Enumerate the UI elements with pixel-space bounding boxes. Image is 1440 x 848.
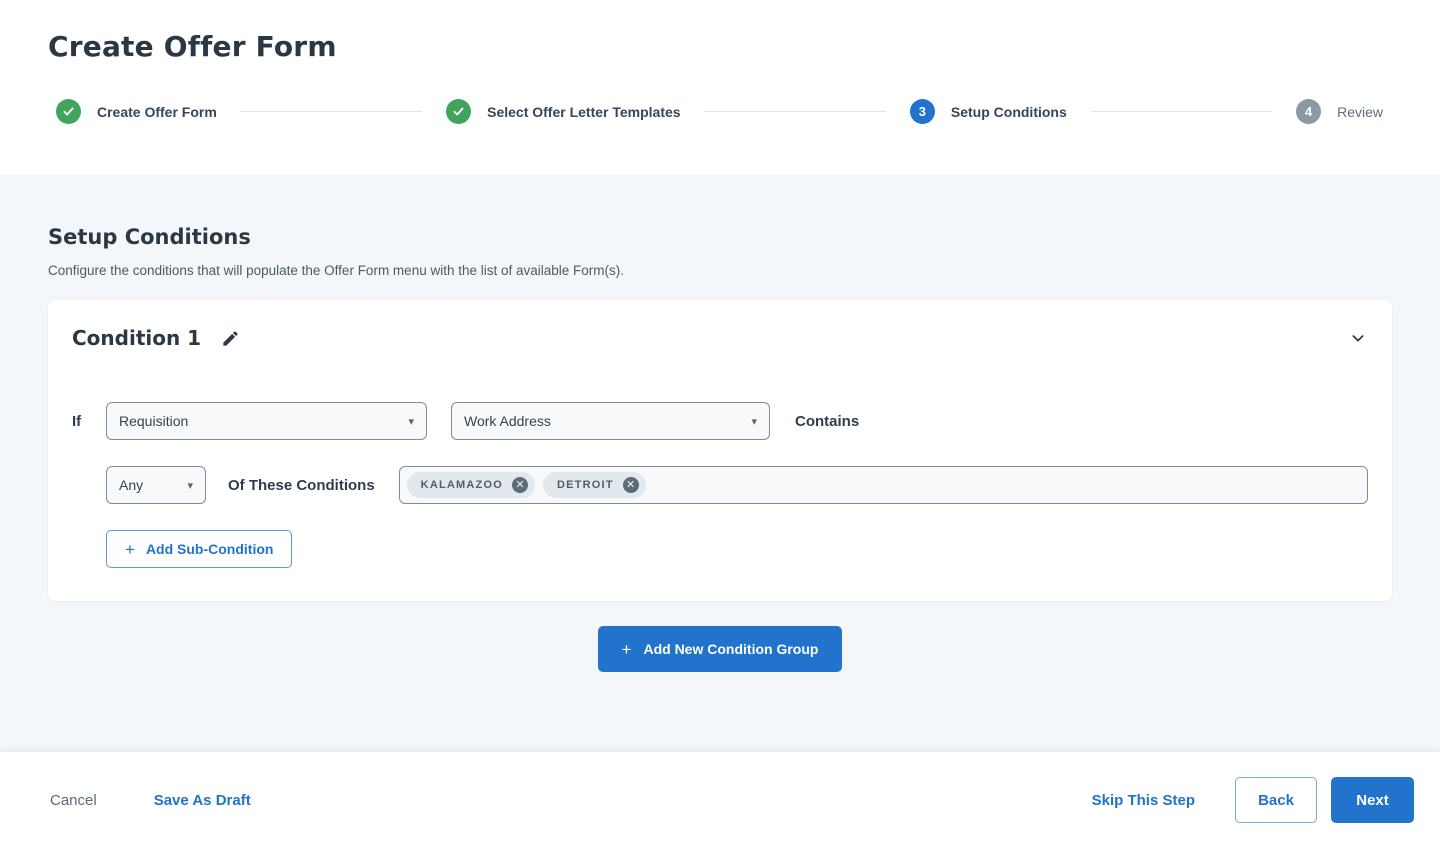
pencil-icon [221,329,240,348]
step-label: Review [1337,104,1383,120]
step-connector [705,111,886,112]
step-select-offer-letter-templates[interactable]: Select Offer Letter Templates [446,99,680,124]
collapse-condition-button[interactable] [1348,328,1368,348]
step-review: 4 Review [1296,99,1383,124]
page-header: Create Offer Form Create Offer Form Sele… [0,0,1440,175]
remove-tag-icon[interactable]: ✕ [623,477,639,493]
tag-label: DETROIT [557,479,614,491]
step-create-offer-form[interactable]: Create Offer Form [56,99,217,124]
edit-condition-button[interactable] [219,327,242,350]
next-button[interactable]: Next [1331,777,1414,823]
condition-values-input[interactable]: KALAMAZOO ✕ DETROIT ✕ [399,466,1368,504]
operator-label: Contains [795,413,859,430]
condition-values-row: Any ▾ Of These Conditions KALAMAZOO ✕ DE… [72,466,1368,504]
value-tag: KALAMAZOO ✕ [407,472,535,498]
skip-this-step-button[interactable]: Skip This Step [1092,792,1195,809]
match-type-dropdown[interactable]: Any ▾ [106,466,206,504]
wizard-footer: Cancel Save As Draft Skip This Step Back… [0,752,1440,848]
step-label: Select Offer Letter Templates [487,104,680,120]
condition-field-dropdown[interactable]: Requisition ▾ [106,402,427,440]
caret-down-icon: ▾ [187,479,193,492]
step-connector [1091,111,1272,112]
step-label: Setup Conditions [951,104,1067,120]
add-group-label: Add New Condition Group [643,641,818,657]
match-label: Of These Conditions [228,477,375,494]
dropdown-value: Any [119,477,143,493]
value-tag: DETROIT ✕ [543,472,646,498]
plus-icon: + [125,541,135,558]
chevron-down-icon [1350,330,1366,346]
step-number-badge: 3 [910,99,935,124]
step-connector [241,111,422,112]
back-button[interactable]: Back [1235,777,1317,823]
step-label: Create Offer Form [97,104,217,120]
page-title: Create Offer Form [0,30,1440,63]
add-sub-condition-button[interactable]: + Add Sub-Condition [106,530,292,568]
condition-group-card: Condition 1 If Requisition ▾ Work A [48,300,1392,601]
condition-card-header: Condition 1 [72,326,1368,350]
setup-conditions-section: Setup Conditions Configure the condition… [0,175,1440,672]
section-description: Configure the conditions that will popul… [48,263,1392,278]
check-icon [446,99,471,124]
step-setup-conditions: 3 Setup Conditions [910,99,1067,124]
condition-title: Condition 1 [72,326,201,350]
save-as-draft-button[interactable]: Save As Draft [154,792,251,809]
plus-icon: + [622,641,632,658]
add-new-condition-group-button[interactable]: + Add New Condition Group [598,626,843,672]
section-heading: Setup Conditions [48,225,1392,249]
condition-rule-row: If Requisition ▾ Work Address ▾ Contains [72,402,1368,440]
dropdown-value: Requisition [119,413,188,429]
dropdown-value: Work Address [464,413,551,429]
caret-down-icon: ▾ [408,415,414,428]
cancel-button[interactable]: Cancel [50,792,97,809]
if-label: If [72,413,106,430]
check-icon [56,99,81,124]
wizard-stepper: Create Offer Form Select Offer Letter Te… [0,99,1440,124]
remove-tag-icon[interactable]: ✕ [512,477,528,493]
tag-label: KALAMAZOO [421,479,503,491]
add-sub-condition-label: Add Sub-Condition [146,541,274,557]
caret-down-icon: ▾ [751,415,757,428]
condition-attribute-dropdown[interactable]: Work Address ▾ [451,402,770,440]
step-number-badge: 4 [1296,99,1321,124]
